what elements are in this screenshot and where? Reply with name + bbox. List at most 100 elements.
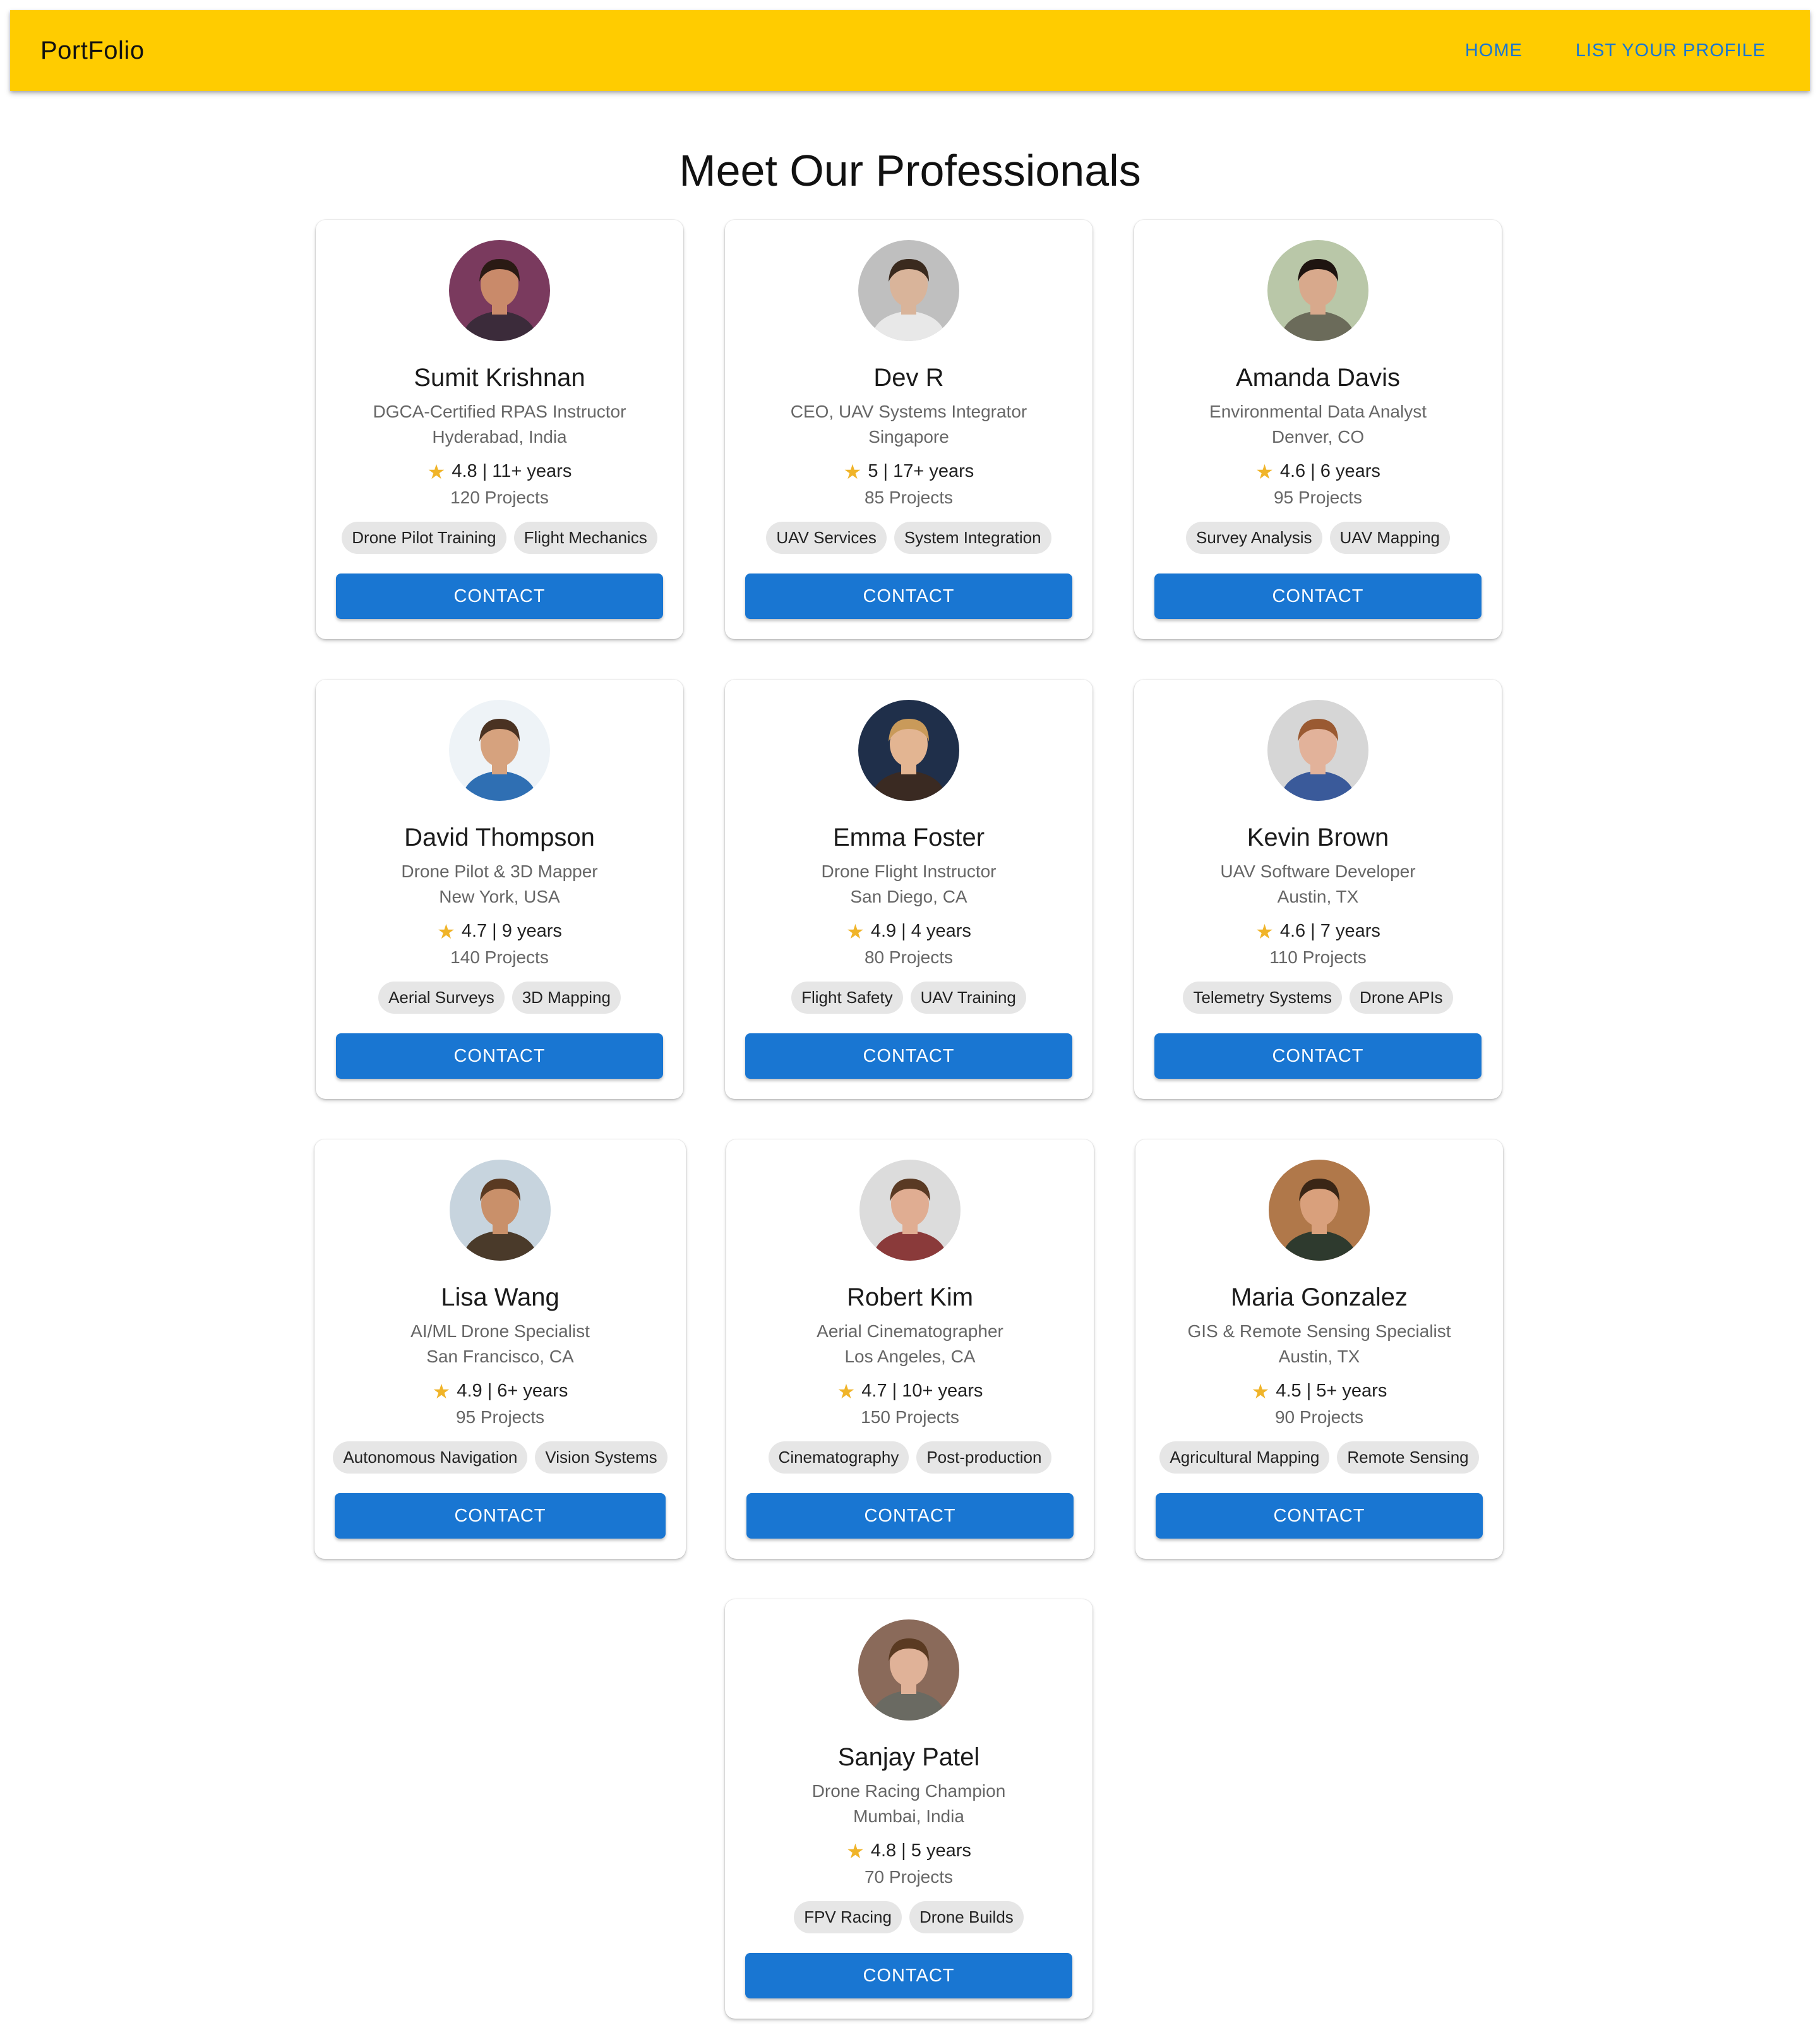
avatar [858, 1619, 959, 1721]
skill-tag: Drone APIs [1350, 982, 1453, 1014]
skill-tags: Cinematography Post-production [726, 1441, 1094, 1474]
project-count: 70 Projects [864, 1867, 954, 1887]
rating-row: ★ 4.9 | 6+ years [314, 1381, 686, 1402]
star-icon: ★ [437, 920, 455, 943]
professional-role: CEO, UAV Systems Integrator [790, 402, 1027, 421]
professional-name: Kevin Brown [1247, 824, 1389, 851]
rating-row: ★ 4.8 | 11+ years [316, 461, 683, 482]
avatar [859, 1160, 961, 1261]
avatar-portrait [450, 1160, 551, 1261]
project-count: 95 Projects [455, 1407, 545, 1427]
skill-tag: Flight Safety [791, 982, 903, 1014]
contact-button[interactable]: CONTACT [746, 1493, 1074, 1539]
skill-tags: FPV Racing Drone Builds [725, 1901, 1093, 1933]
contact-button[interactable]: CONTACT [745, 1953, 1072, 1998]
skill-tag: Aerial Surveys [378, 982, 505, 1014]
star-icon: ★ [843, 460, 862, 483]
project-count: 85 Projects [864, 488, 954, 507]
contact-button[interactable]: CONTACT [1154, 1033, 1482, 1079]
skill-tag: Vision Systems [535, 1441, 668, 1474]
star-icon: ★ [432, 1379, 451, 1403]
contact-button[interactable]: CONTACT [1154, 574, 1482, 619]
skill-tag: FPV Racing [794, 1901, 902, 1933]
professional-location: Singapore [868, 427, 949, 447]
contact-button[interactable]: CONTACT [336, 574, 663, 619]
skill-tag: Drone Builds [909, 1901, 1024, 1933]
professional-location: Los Angeles, CA [844, 1347, 976, 1366]
professional-name: Lisa Wang [441, 1283, 560, 1311]
rating-text: 4.6 | 6 years [1279, 461, 1380, 481]
skill-tags: Survey Analysis UAV Mapping [1134, 522, 1502, 554]
contact-button[interactable]: CONTACT [745, 574, 1072, 619]
professional-card: Sumit Krishnan DGCA-Certified RPAS Instr… [316, 220, 683, 639]
professional-location: Austin, TX [1277, 887, 1359, 906]
professional-name: Sanjay Patel [837, 1743, 980, 1771]
professional-card: Lisa Wang AI/ML Drone Specialist San Fra… [314, 1139, 686, 1559]
skill-tag: Survey Analysis [1185, 522, 1322, 554]
rating-row: ★ 4.7 | 9 years [316, 921, 683, 942]
star-icon: ★ [427, 460, 446, 483]
professional-name: Amanda Davis [1235, 364, 1401, 392]
contact-button[interactable]: CONTACT [335, 1493, 666, 1539]
avatar [858, 240, 959, 341]
skill-tags: Drone Pilot Training Flight Mechanics [316, 522, 683, 554]
contact-button[interactable]: CONTACT [745, 1033, 1072, 1079]
professional-card: Maria Gonzalez GIS & Remote Sensing Spec… [1135, 1139, 1503, 1559]
rating-row: ★ 4.6 | 6 years [1134, 461, 1502, 482]
professional-name: Sumit Krishnan [414, 364, 585, 392]
skill-tag: Post-production [916, 1441, 1052, 1474]
project-count: 90 Projects [1274, 1407, 1364, 1427]
professional-location: San Francisco, CA [426, 1347, 574, 1366]
skill-tag: UAV Mapping [1329, 522, 1451, 554]
avatar-portrait [1267, 240, 1368, 341]
project-count: 95 Projects [1273, 488, 1363, 507]
professional-location: Hyderabad, India [432, 427, 567, 447]
avatar-portrait [858, 1619, 959, 1721]
professional-location: San Diego, CA [850, 887, 967, 906]
rating-text: 5 | 17+ years [868, 461, 974, 481]
rating-text: 4.5 | 5+ years [1276, 1381, 1387, 1401]
professional-name: Maria Gonzalez [1230, 1283, 1408, 1311]
professionals-grid: Sumit Krishnan DGCA-Certified RPAS Instr… [0, 0, 1820, 2030]
star-icon: ★ [1255, 920, 1274, 943]
contact-button[interactable]: CONTACT [336, 1033, 663, 1079]
avatar-portrait [858, 700, 959, 801]
skill-tags: Telemetry Systems Drone APIs [1134, 982, 1502, 1014]
star-icon: ★ [846, 920, 865, 943]
avatar [858, 700, 959, 801]
professional-role: Drone Pilot & 3D Mapper [401, 862, 598, 881]
skill-tag: UAV Services [766, 522, 887, 554]
skill-tags: Autonomous Navigation Vision Systems [314, 1441, 686, 1474]
skill-tag: Remote Sensing [1337, 1441, 1479, 1474]
rating-text: 4.9 | 4 years [870, 921, 971, 941]
professional-card: Dev R CEO, UAV Systems Integrator Singap… [725, 220, 1093, 639]
skill-tag: System Integration [894, 522, 1051, 554]
avatar-portrait [858, 240, 959, 341]
rating-text: 4.8 | 11+ years [452, 461, 572, 481]
rating-text: 4.6 | 7 years [1279, 921, 1380, 941]
professional-role: GIS & Remote Sensing Specialist [1187, 1321, 1451, 1341]
professional-location: New York, USA [439, 887, 560, 906]
avatar-portrait [449, 700, 550, 801]
skill-tags: UAV Services System Integration [725, 522, 1093, 554]
contact-button[interactable]: CONTACT [1156, 1493, 1483, 1539]
skill-tag: Flight Mechanics [513, 522, 657, 554]
avatar [1269, 1160, 1370, 1261]
skill-tags: Flight Safety UAV Training [725, 982, 1093, 1014]
avatar [450, 1160, 551, 1261]
avatar-portrait [449, 240, 550, 341]
rating-row: ★ 5 | 17+ years [725, 461, 1093, 482]
rating-text: 4.7 | 9 years [461, 921, 562, 941]
project-count: 110 Projects [1269, 947, 1367, 967]
rating-row: ★ 4.8 | 5 years [725, 1841, 1093, 1861]
professional-location: Mumbai, India [853, 1806, 964, 1826]
rating-row: ★ 4.9 | 4 years [725, 921, 1093, 942]
avatar [449, 240, 550, 341]
professional-card: Sanjay Patel Drone Racing Champion Mumba… [725, 1599, 1093, 2019]
professional-role: DGCA-Certified RPAS Instructor [373, 402, 626, 421]
avatar [449, 700, 550, 801]
star-icon: ★ [837, 1379, 856, 1403]
rating-row: ★ 4.6 | 7 years [1134, 921, 1502, 942]
rating-text: 4.9 | 6+ years [457, 1381, 568, 1401]
professional-role: Environmental Data Analyst [1209, 402, 1427, 421]
